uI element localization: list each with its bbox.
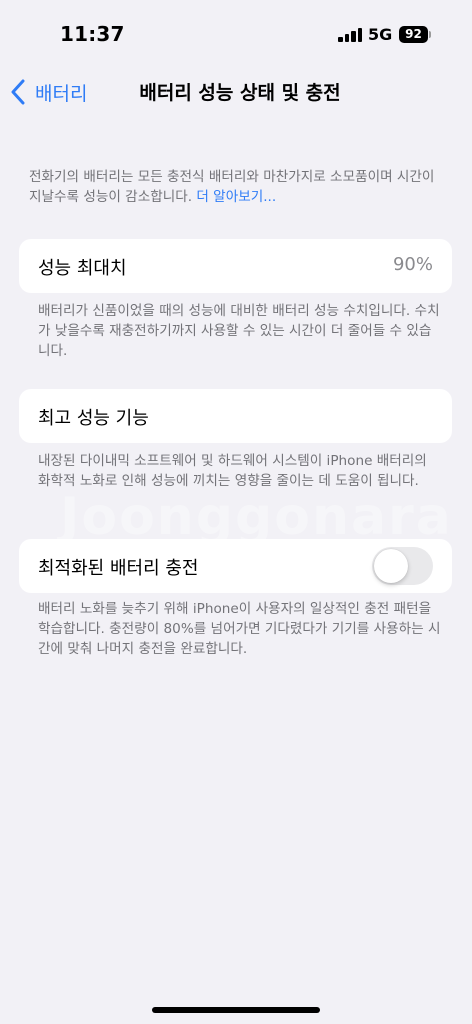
optimized-charging-label: 최적화된 배터리 충전 xyxy=(38,558,199,579)
watermark: Joonggonara xyxy=(60,487,453,547)
battery-icon: 92 xyxy=(399,26,428,43)
optimized-charging-row: 최적화된 배터리 충전 xyxy=(19,539,452,593)
optimized-charging-toggle[interactable] xyxy=(372,547,433,585)
status-time: 11:37 xyxy=(60,22,125,46)
peak-performance-label: 최고 성능 기능 xyxy=(38,408,149,429)
battery-tip xyxy=(429,31,431,38)
max-capacity-row: 성능 최대치 90% xyxy=(19,239,452,293)
peak-performance-footer: 내장된 다이내믹 소프트웨어 및 하드웨어 시스템이 iPhone 배터리의 화… xyxy=(38,453,427,489)
cellular-signal-icon xyxy=(338,28,362,42)
toggle-knob xyxy=(374,549,408,583)
status-bar: 11:37 5G 92 xyxy=(0,0,472,70)
max-capacity-footer: 배터리가 신품이었을 때의 성능에 대비한 배터리 성능 수치입니다. 수치가 … xyxy=(38,303,440,359)
intro-description: 전화기의 배터리는 모든 충전식 배터리와 마찬가지로 소모품이며 시간이 지날… xyxy=(29,167,445,207)
peak-performance-row: 최고 성능 기능 xyxy=(19,389,452,443)
navigation-bar: 배터리 배터리 성능 상태 및 충전 xyxy=(0,70,472,114)
optimized-charging-footer: 배터리 노화를 늦추기 위해 iPhone이 사용자의 일상적인 충전 패턴을 … xyxy=(38,601,441,657)
learn-more-link[interactable]: 더 알아보기... xyxy=(196,189,276,205)
max-capacity-value: 90% xyxy=(392,254,433,275)
network-type: 5G xyxy=(368,25,393,44)
battery-level: 92 xyxy=(405,27,422,41)
home-indicator[interactable] xyxy=(152,1007,320,1013)
page-title: 배터리 성능 상태 및 충전 xyxy=(139,82,341,104)
max-capacity-label: 성능 최대치 xyxy=(38,258,127,279)
